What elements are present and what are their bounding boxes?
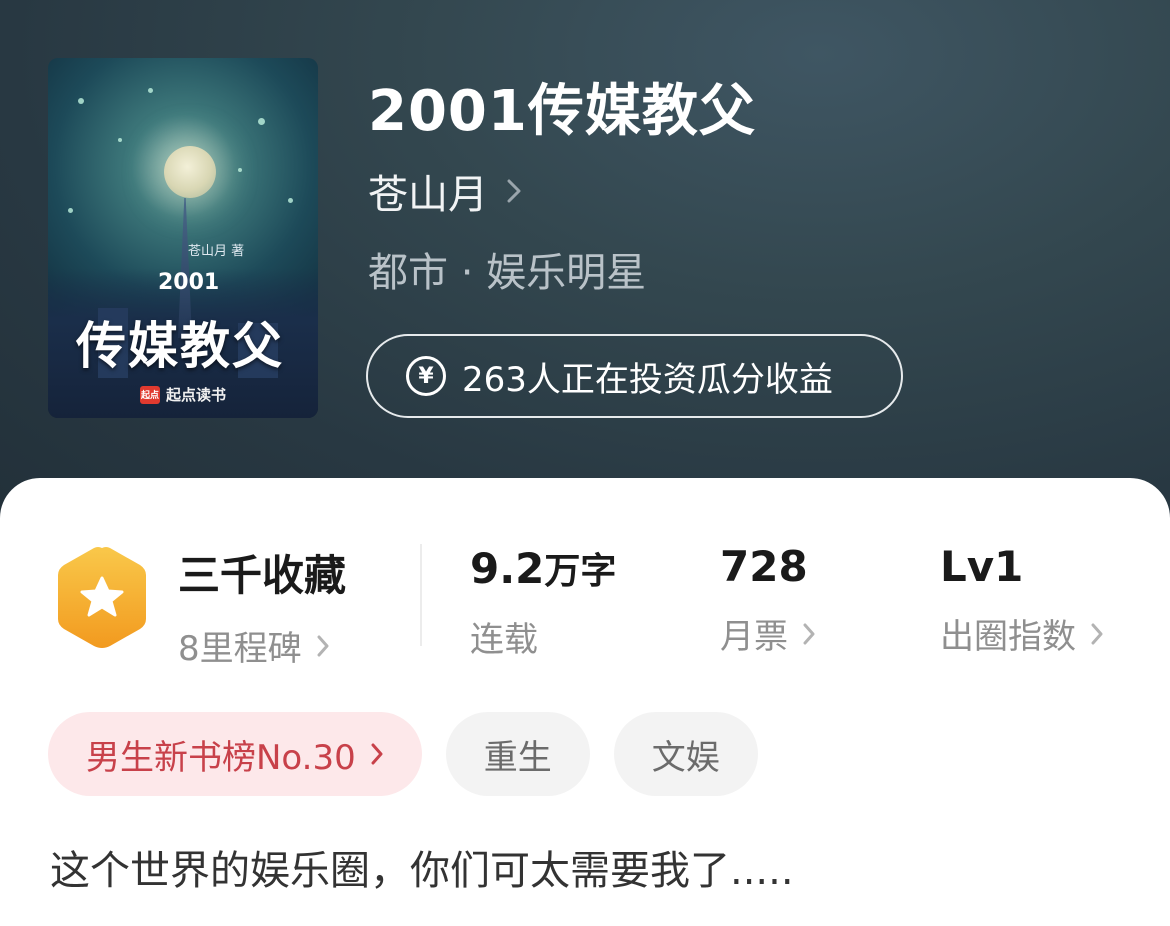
influence-label-row: 出圈指数 bbox=[940, 609, 1104, 658]
collection-label: 8里程碑 bbox=[178, 629, 302, 669]
publisher-name: 起点读书 bbox=[166, 386, 227, 404]
words-value: 9.2 bbox=[470, 544, 545, 593]
chevron-right-icon bbox=[370, 742, 384, 766]
cover-year: 2001 bbox=[158, 270, 220, 295]
author-link[interactable]: 苍山月 bbox=[368, 162, 522, 220]
cover-star bbox=[288, 198, 293, 203]
book-genre[interactable]: 都市 · 娱乐明星 bbox=[368, 240, 646, 298]
cover-star bbox=[238, 168, 242, 172]
book-title: 2001传媒教父 bbox=[368, 79, 756, 144]
cover-title: 传媒教父 bbox=[76, 317, 284, 375]
cover-star bbox=[258, 118, 265, 125]
publisher-logo-icon: 起点 bbox=[140, 385, 160, 404]
cover-star bbox=[68, 208, 73, 213]
cover-star bbox=[118, 138, 122, 142]
rank-tag[interactable]: 男生新书榜No.30 bbox=[48, 712, 422, 796]
genre-tag[interactable]: 文娱 bbox=[613, 712, 758, 796]
stat-monthly-ticket[interactable]: 728 月票 bbox=[720, 542, 816, 658]
cover-star bbox=[78, 98, 84, 104]
invest-button[interactable]: ¥ 263人正在投资瓜分收益 bbox=[366, 334, 903, 418]
author-name: 苍山月 bbox=[368, 172, 488, 218]
chevron-right-icon bbox=[802, 622, 816, 646]
book-info-card: 三千收藏 8里程碑 9.2万字 连载 728 月票 Lv1 出圈指数 男生新书榜… bbox=[0, 478, 1170, 926]
genre-tag[interactable]: 重生 bbox=[445, 712, 590, 796]
book-header: 苍山月 著 2001 传媒教父 起点 起点读书 2001传媒教父 苍山月 都市 … bbox=[0, 0, 1170, 540]
cover-publisher: 起点 起点读书 bbox=[140, 384, 226, 405]
stat-influence[interactable]: Lv1 出圈指数 bbox=[940, 542, 1104, 658]
yen-coin-icon: ¥ bbox=[406, 356, 446, 396]
chevron-right-icon bbox=[1090, 622, 1104, 646]
monthly-ticket-label: 月票 bbox=[720, 617, 788, 657]
monthly-ticket-value: 728 bbox=[720, 542, 808, 591]
words-value-row: 9.2万字 bbox=[470, 542, 616, 594]
stat-words: 9.2万字 连载 bbox=[470, 542, 616, 661]
influence-value: Lv1 bbox=[940, 542, 1024, 591]
cover-star bbox=[148, 88, 153, 93]
influence-label: 出圈指数 bbox=[940, 617, 1076, 657]
invest-label: 263人正在投资瓜分收益 bbox=[462, 359, 833, 400]
words-unit: 万字 bbox=[544, 551, 617, 592]
rank-tag-label: 男生新书榜No.30 bbox=[86, 737, 356, 778]
star-hexagon-icon[interactable] bbox=[54, 544, 150, 650]
tag-list: 男生新书榜No.30 重生 文娱 bbox=[48, 712, 758, 796]
chevron-right-icon bbox=[316, 634, 330, 658]
chevron-right-icon bbox=[506, 178, 522, 204]
cover-moon bbox=[164, 146, 216, 198]
book-description[interactable]: 这个世界的娱乐圈，你们可太需要我了..... bbox=[50, 838, 794, 896]
cover-author: 苍山月 著 bbox=[188, 244, 245, 259]
book-cover[interactable]: 苍山月 著 2001 传媒教父 起点 起点读书 bbox=[48, 58, 318, 418]
words-label: 连载 bbox=[470, 620, 538, 660]
stat-collection[interactable]: 三千收藏 8里程碑 bbox=[178, 542, 346, 670]
monthly-ticket-label-row: 月票 bbox=[720, 609, 816, 658]
collection-value: 三千收藏 bbox=[178, 551, 347, 600]
collection-label-row: 8里程碑 bbox=[178, 621, 346, 670]
stat-divider bbox=[420, 544, 422, 646]
